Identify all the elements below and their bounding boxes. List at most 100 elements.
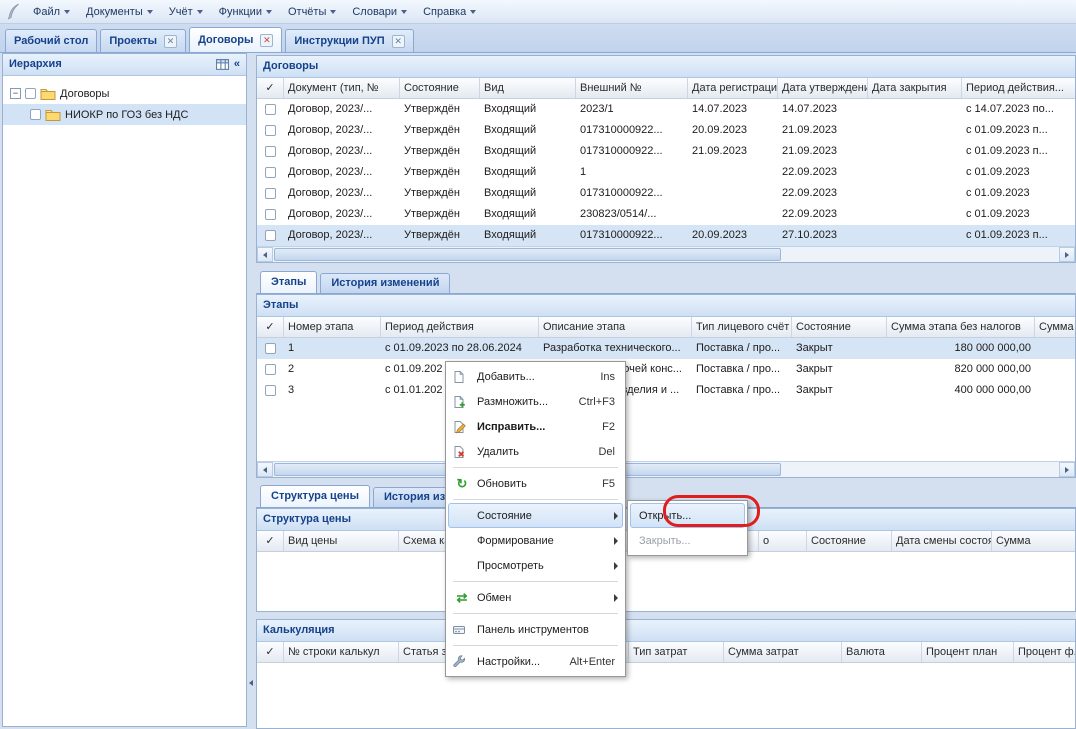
checkbox[interactable] <box>265 209 276 220</box>
tree-expander-icon[interactable]: − <box>10 88 21 99</box>
splitter-collapse-icon[interactable] <box>249 680 253 686</box>
stages-hscrollbar[interactable] <box>257 461 1075 477</box>
column-header-state[interactable]: Состояние <box>400 78 480 98</box>
collapse-panel-icon[interactable]: « <box>234 54 240 75</box>
tree-node-contracts[interactable]: − Договоры <box>3 83 246 104</box>
row-checkbox-cell[interactable] <box>257 359 284 380</box>
column-header-check[interactable]: ✓ <box>257 78 284 98</box>
column-header-sum-no-tax[interactable]: Сумма этапа без налогов <box>887 317 1035 337</box>
column-header-approve-date[interactable]: Дата утверждения <box>778 78 868 98</box>
tab-instructions-pup[interactable]: Инструкции ПУП✕ <box>285 29 413 52</box>
contract-row[interactable]: Договор, 2023/...УтверждёнВходящий017310… <box>257 120 1075 141</box>
contract-row[interactable]: Договор, 2023/...УтверждёнВходящий2023/1… <box>257 99 1075 120</box>
menu-item-edit[interactable]: Исправить... F2 <box>448 414 623 439</box>
scrollbar-thumb[interactable] <box>274 248 781 261</box>
submenu-item-open[interactable]: Открыть... <box>630 503 745 528</box>
column-header-external-no[interactable]: Внешний № <box>576 78 688 98</box>
close-icon[interactable]: ✕ <box>164 35 177 48</box>
column-header-partial[interactable]: о <box>759 531 807 551</box>
menu-item-settings[interactable]: Настройки... Alt+Enter <box>448 649 623 674</box>
checkbox[interactable] <box>265 104 276 115</box>
checkbox[interactable] <box>265 146 276 157</box>
column-header-currency[interactable]: Валюта <box>842 642 922 662</box>
checkbox[interactable] <box>265 125 276 136</box>
menu-accounting[interactable]: Учёт <box>161 3 211 21</box>
tree-checkbox[interactable] <box>30 109 41 120</box>
column-header-check[interactable]: ✓ <box>257 642 284 662</box>
column-header-state-change-date[interactable]: Дата смены состоя <box>892 531 992 551</box>
tab-stages[interactable]: Этапы <box>260 271 317 293</box>
row-checkbox-cell[interactable] <box>257 141 284 162</box>
contract-row[interactable]: Договор, 2023/...УтверждёнВходящий017310… <box>257 141 1075 162</box>
scroll-left-icon[interactable] <box>257 462 273 477</box>
checkbox[interactable] <box>265 188 276 199</box>
row-checkbox-cell[interactable] <box>257 204 284 225</box>
menu-dictionaries[interactable]: Словари <box>344 3 415 21</box>
stage-row[interactable]: 2с 01.09.202Разработка рабочей конс...По… <box>257 359 1075 380</box>
scroll-right-icon[interactable] <box>1059 247 1075 262</box>
menu-item-state[interactable]: Состояние <box>448 503 623 528</box>
column-header-cost-type[interactable]: Тип затрат <box>629 642 724 662</box>
menu-item-view[interactable]: Просмотреть <box>448 553 623 578</box>
column-header-sum[interactable]: Сумма <box>992 531 1076 551</box>
contract-row[interactable]: Договор, 2023/...УтверждёнВходящий122.09… <box>257 162 1075 183</box>
row-checkbox-cell[interactable] <box>257 120 284 141</box>
row-checkbox-cell[interactable] <box>257 99 284 120</box>
column-header-account-type[interactable]: Тип лицевого счёт <box>692 317 792 337</box>
column-header-kind[interactable]: Вид <box>480 78 576 98</box>
column-header-check[interactable]: ✓ <box>257 531 284 551</box>
menu-item-refresh[interactable]: ↻ Обновить F5 <box>448 471 623 496</box>
checkbox[interactable] <box>265 343 276 354</box>
tab-change-history[interactable]: История изменений <box>320 273 450 293</box>
column-header-calc-row-no[interactable]: № строки калькул <box>284 642 399 662</box>
column-header-reg-date[interactable]: Дата регистрации <box>688 78 778 98</box>
column-header-percent-fact[interactable]: Процент ф... <box>1014 642 1076 662</box>
column-header-close-date[interactable]: Дата закрытия <box>868 78 962 98</box>
column-header-state[interactable]: Состояние <box>792 317 887 337</box>
column-header-description[interactable]: Описание этапа <box>539 317 692 337</box>
panel-splitter[interactable] <box>247 53 256 729</box>
tab-price-structure[interactable]: Структура цены <box>260 485 370 507</box>
menu-item-toolbar[interactable]: Панель инструментов <box>448 617 623 642</box>
menu-file[interactable]: Файл <box>25 3 78 21</box>
row-checkbox-cell[interactable] <box>257 225 284 246</box>
menu-documents[interactable]: Документы <box>78 3 161 21</box>
column-header-document[interactable]: Документ (тип, № <box>284 78 400 98</box>
checkbox[interactable] <box>265 364 276 375</box>
menu-help[interactable]: Справка <box>415 3 484 21</box>
menu-functions[interactable]: Функции <box>211 3 280 21</box>
submenu-item-close[interactable]: Закрыть... <box>630 528 745 553</box>
menu-reports[interactable]: Отчёты <box>280 3 344 21</box>
scroll-right-icon[interactable] <box>1059 462 1075 477</box>
column-header-cost-sum[interactable]: Сумма затрат <box>724 642 842 662</box>
menu-item-exchange[interactable]: ⇄ Обмен <box>448 585 623 610</box>
tree-checkbox[interactable] <box>25 88 36 99</box>
close-icon[interactable]: ✕ <box>392 35 405 48</box>
row-checkbox-cell[interactable] <box>257 380 284 401</box>
column-header-price-kind[interactable]: Вид цены <box>284 531 399 551</box>
checkbox[interactable] <box>265 230 276 241</box>
column-header-state[interactable]: Состояние <box>807 531 892 551</box>
column-header-period[interactable]: Период действия... <box>962 78 1076 98</box>
tab-desktop[interactable]: Рабочий стол <box>5 29 97 52</box>
tab-projects[interactable]: Проекты✕ <box>100 29 186 52</box>
row-checkbox-cell[interactable] <box>257 162 284 183</box>
column-header-check[interactable]: ✓ <box>257 317 284 337</box>
menu-item-duplicate[interactable]: Размножить... Ctrl+F3 <box>448 389 623 414</box>
tree-node-niokr[interactable]: НИОКР по ГОЗ без НДС <box>3 104 246 125</box>
column-header-percent-plan[interactable]: Процент план <box>922 642 1014 662</box>
scroll-left-icon[interactable] <box>257 247 273 262</box>
stage-row-selected[interactable]: 1с 01.09.2023 по 28.06.2024Разработка те… <box>257 338 1075 359</box>
row-checkbox-cell[interactable] <box>257 338 284 359</box>
menu-item-formation[interactable]: Формирование <box>448 528 623 553</box>
row-checkbox-cell[interactable] <box>257 183 284 204</box>
contract-row[interactable]: Договор, 2023/...УтверждёнВходящий017310… <box>257 183 1075 204</box>
contract-row-selected[interactable]: Договор, 2023/...УтверждёнВходящий017310… <box>257 225 1075 246</box>
column-header-sum[interactable]: Сумма <box>1035 317 1076 337</box>
close-icon[interactable]: ✕ <box>260 34 273 47</box>
contract-row[interactable]: Договор, 2023/...УтверждёнВходящий230823… <box>257 204 1075 225</box>
checkbox[interactable] <box>265 167 276 178</box>
menu-item-delete[interactable]: Удалить Del <box>448 439 623 464</box>
menu-item-add[interactable]: Добавить... Ins <box>448 364 623 389</box>
tab-contracts[interactable]: Договоры✕ <box>189 27 282 52</box>
